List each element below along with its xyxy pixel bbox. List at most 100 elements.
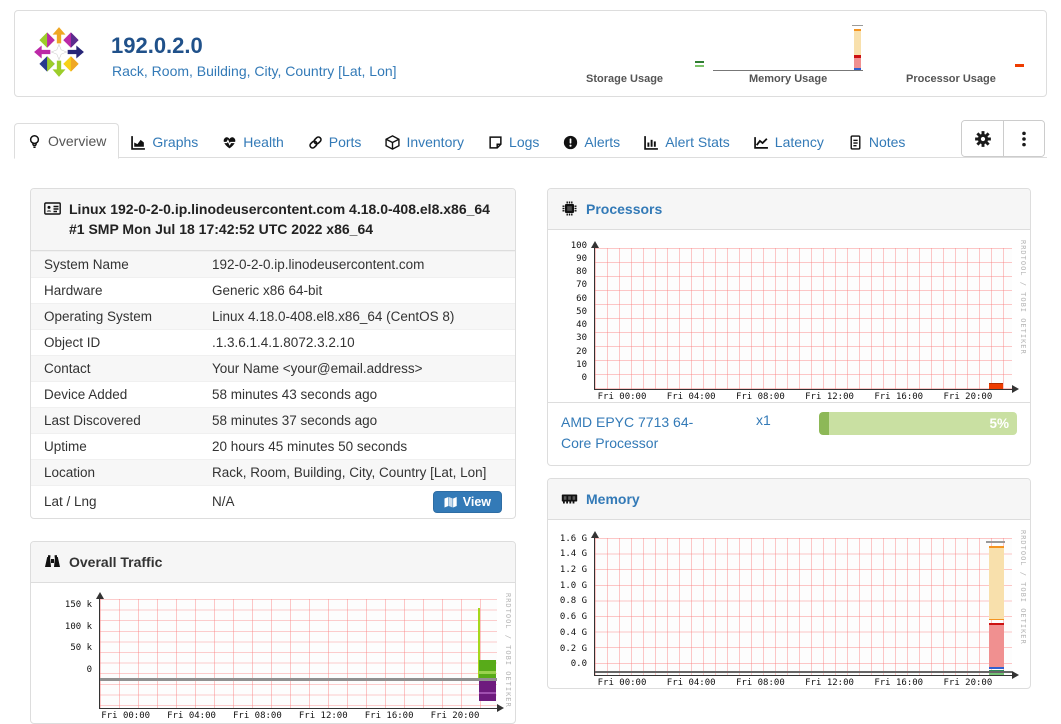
table-row: Uptime 20 hours 45 minutes 50 seconds <box>31 432 515 459</box>
area-chart-icon <box>131 135 146 150</box>
processor-usage-percent: 5% <box>989 416 1009 432</box>
data-mark <box>989 382 1004 384</box>
memory-graph[interactable]: 1.6 G 1.4 G 1.2 G 1.0 G 0.8 G 0.6 G 0.4 G 0.2 G… <box>548 520 1030 688</box>
heartbeat-icon <box>222 135 237 150</box>
processor-link[interactable]: AMD EPYC 7713 64-Core Processor <box>561 412 711 453</box>
x-tick-label: Fri 04:00 <box>167 710 216 721</box>
processor-count: x1 <box>756 412 771 429</box>
y-tick-label: 1.0 G <box>559 580 587 591</box>
tab-alert-stats[interactable]: Alert Stats <box>632 125 742 159</box>
processor-usage-minigraph[interactable] <box>1015 64 1025 70</box>
device-title[interactable]: 192.0.2.0 <box>111 33 203 59</box>
tab-logs[interactable]: Logs <box>476 125 551 159</box>
file-text-icon <box>848 134 863 150</box>
data-mark <box>986 541 1006 543</box>
microchip-icon <box>561 201 578 216</box>
system-info-table: System Name 192-0-2-0.ip.linodeuserconten… <box>31 250 515 518</box>
rrdtool-watermark: RRDTOOL / TOBI OETIKER <box>1019 240 1027 356</box>
memory-usage-minigraph[interactable] <box>713 23 869 71</box>
tab-health[interactable]: Health <box>210 125 295 159</box>
gear-icon <box>974 130 991 147</box>
tab-graphs[interactable]: Graphs <box>119 125 210 159</box>
more-button[interactable] <box>1003 121 1044 156</box>
data-mark <box>988 547 1004 619</box>
tab-latency[interactable]: Latency <box>742 125 836 159</box>
view-map-button[interactable]: View <box>432 490 502 513</box>
tab-label: Ports <box>328 134 362 150</box>
tab-alerts[interactable]: Alerts <box>551 125 632 159</box>
device-actions-group <box>961 120 1045 157</box>
x-tick-label: Fri 20:00 <box>430 710 480 721</box>
reference-line <box>595 670 1012 673</box>
data-mark <box>988 624 1004 668</box>
table-row: Operating System Linux 4.18.0-408.el8.x86… <box>31 302 515 329</box>
processor-usage-label: Processor Usage <box>906 73 996 85</box>
y-tick-label: 1.2 G <box>559 565 587 576</box>
settings-button[interactable] <box>962 121 1003 156</box>
x-tick-label: Fri 12:00 <box>805 392 854 403</box>
tab-notes[interactable]: Notes <box>836 125 918 159</box>
tab-label: Graphs <box>152 134 199 150</box>
panel-title[interactable]: Processors <box>586 199 662 219</box>
processor-usage-bar: 5% <box>819 412 1017 436</box>
y-tick-label: 20 <box>576 346 587 357</box>
memory-usage-label: Memory Usage <box>749 73 828 85</box>
centos-logo <box>34 27 84 77</box>
x-tick-label: Fri 04:00 <box>666 392 716 403</box>
tab-label: Alert Stats <box>665 134 730 150</box>
x-tick-label: Fri 08:00 <box>233 710 282 721</box>
overall-traffic-panel: Overall Traffic 150 k 100 k 50 k 0 Fri 00:0… <box>30 540 516 724</box>
y-tick-label: 0.4 G <box>559 627 587 638</box>
address-card-icon <box>44 201 61 216</box>
tab-label: Latency <box>774 134 824 150</box>
rrdtool-watermark: RRDTOOL / TOBI OETIKER <box>1019 530 1027 645</box>
map-icon <box>444 496 457 508</box>
tab-label: Overview <box>48 133 107 149</box>
binoculars-icon <box>44 554 61 569</box>
y-tick-label: 0 <box>86 665 92 676</box>
device-location-link[interactable]: Rack, Room, Building, City, Country [Lat… <box>112 63 397 79</box>
line-chart-icon <box>753 135 769 150</box>
y-tick-label: 50 <box>576 306 587 317</box>
table-row: Contact Your Name <your@email.address> <box>31 354 515 381</box>
y-tick-label: 90 <box>576 253 587 264</box>
y-tick-label: 80 <box>576 267 587 278</box>
panel-title: Overall Traffic <box>69 553 163 570</box>
x-tick-label: Fri 16:00 <box>874 678 924 689</box>
rrdtool-watermark: RRDTOOL / TOBI OETIKER <box>504 592 512 708</box>
tab-label: Inventory <box>406 134 465 150</box>
overall-traffic-graph[interactable]: 150 k 100 k 50 k 0 Fri 00:00 Fri 04:00 Fri 08… <box>31 583 515 723</box>
data-mark <box>988 623 1004 625</box>
data-mark <box>989 383 1004 390</box>
table-row: Device Added 58 minutes 43 seconds ago <box>31 380 515 407</box>
table-row: Last Discovered 58 minutes 37 seconds ago <box>31 406 515 433</box>
table-row: Hardware Generic x86 64-bit <box>31 276 515 303</box>
tab-ports[interactable]: Ports <box>296 125 374 159</box>
y-tick-label: 30 <box>576 333 587 344</box>
processor-usage-fill <box>819 412 829 436</box>
y-tick-label: 0.2 G <box>559 643 587 654</box>
sticky-note-icon <box>488 135 503 150</box>
tab-inventory[interactable]: Inventory <box>373 125 476 159</box>
tab-label: Logs <box>509 134 540 150</box>
device-tabbar: Overview Graphs Health Ports Inventory L… <box>14 119 1047 159</box>
storage-usage-minigraph[interactable] <box>695 61 705 69</box>
cube-icon <box>385 134 401 150</box>
data-mark <box>988 545 1004 548</box>
x-tick-label: Fri 12:00 <box>805 678 854 689</box>
tab-label: Alerts <box>584 134 621 150</box>
storage-usage-label: Storage Usage <box>586 73 664 85</box>
table-row: Lat / Lng N/A View <box>31 484 515 518</box>
table-row: System Name 192-0-2-0.ip.linodeuserconten… <box>31 250 515 277</box>
x-tick-label: Fri 16:00 <box>874 392 924 403</box>
latlng-value: N/A <box>212 494 235 510</box>
data-mark <box>988 619 1004 621</box>
panel-title[interactable]: Memory <box>586 489 640 509</box>
y-tick-label: 40 <box>576 320 587 331</box>
tab-overview[interactable]: Overview <box>14 123 120 159</box>
processors-graph[interactable]: 100 90 80 70 60 50 40 30 20 10 0 Fri 00:00 Fri 04:0… <box>548 230 1030 402</box>
x-tick-label: Fri 16:00 <box>364 710 414 721</box>
kebab-menu-icon <box>1022 131 1026 146</box>
y-tick-label: 0.8 G <box>559 596 587 607</box>
system-info-panel: Linux 192-0-2-0.ip.linodeusercontent.com… <box>30 188 516 519</box>
